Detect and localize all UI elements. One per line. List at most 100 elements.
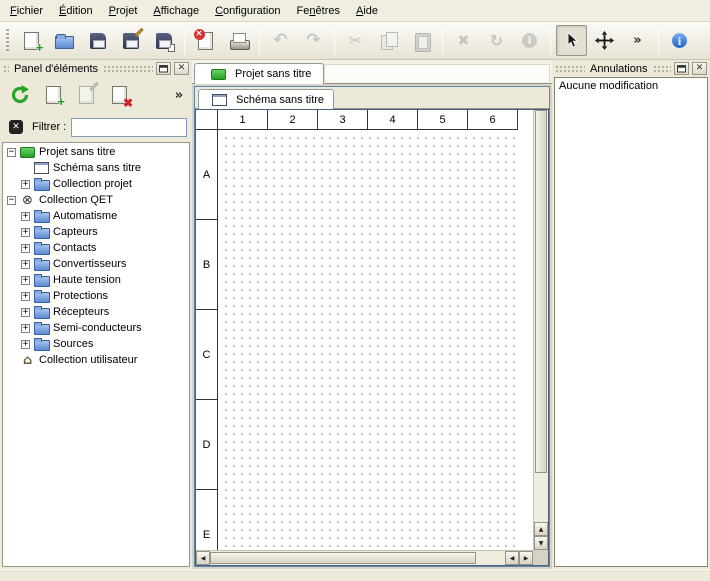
save-file-button[interactable] <box>82 25 113 56</box>
vscroll-track[interactable] <box>534 110 548 522</box>
pan-mode-button[interactable] <box>589 25 620 56</box>
tree-expander-icon[interactable]: + <box>21 292 30 301</box>
tree-expander-icon[interactable]: + <box>21 212 30 221</box>
toolbar-separator <box>184 27 185 54</box>
vertical-scrollbar[interactable] <box>533 110 548 550</box>
tree-expander-icon[interactable]: + <box>21 340 30 349</box>
dock-grip[interactable] <box>555 65 585 73</box>
menu-projet[interactable]: Projet <box>101 2 146 20</box>
menu-configuration[interactable]: Configuration <box>207 2 288 20</box>
menu-affichage[interactable]: Affichage <box>145 2 207 20</box>
tree-expander-icon[interactable]: + <box>21 308 30 317</box>
new-element-icon: + <box>42 84 64 106</box>
tree-spacer <box>7 356 16 365</box>
tree-expander-icon[interactable]: + <box>21 244 30 253</box>
schema-tab[interactable]: Schéma sans titre <box>198 89 334 109</box>
new-file-icon: + <box>21 30 43 52</box>
tabbar-empty-area <box>324 64 550 82</box>
new-file-button[interactable]: + <box>16 25 47 56</box>
tree-expander-icon[interactable]: + <box>21 228 30 237</box>
selection-mode-button[interactable] <box>556 25 587 56</box>
about-qet-button[interactable]: i <box>664 25 695 56</box>
tree-item-collection-projet[interactable]: + Collection projet <box>3 176 189 192</box>
redo-button[interactable]: ↷ <box>298 25 329 56</box>
print-button[interactable] <box>223 25 254 56</box>
tree-item-collection-utilisateur[interactable]: ⌂Collection utilisateur <box>3 352 189 368</box>
tree-item-semi-conducteurs[interactable]: +Semi-conducteurs <box>3 320 189 336</box>
tree-item-schema-sans-titre[interactable]: Schéma sans titre <box>3 160 189 176</box>
tree-item-label: Schéma sans titre <box>53 162 141 174</box>
undo-button[interactable]: ↶ <box>265 25 296 56</box>
tree-expander-icon[interactable]: + <box>21 324 30 333</box>
selection-info-button[interactable]: i <box>514 25 545 56</box>
close-dock-button[interactable]: ✕ <box>692 62 707 75</box>
qet-icon: ⊗ <box>19 194 36 207</box>
reload-collections-button[interactable] <box>5 80 35 110</box>
tree-item-protections[interactable]: +Protections <box>3 288 189 304</box>
tree-item-automatisme[interactable]: +Automatisme <box>3 208 189 224</box>
vscroll-thumb[interactable] <box>535 110 547 473</box>
schema-tab-label: Schéma sans titre <box>236 94 324 106</box>
menu-aide[interactable]: Aide <box>348 2 386 20</box>
scroll-left-button[interactable] <box>196 551 210 565</box>
tree-item-sources[interactable]: +Sources <box>3 336 189 352</box>
menu-fenetres[interactable]: Fenêtres <box>289 2 348 20</box>
panel-overflow-button[interactable]: » <box>171 83 187 107</box>
hscroll-thumb[interactable] <box>210 552 476 564</box>
project-tab[interactable]: Projet sans titre <box>194 63 324 84</box>
open-file-button[interactable] <box>49 25 80 56</box>
horizontal-scrollbar[interactable] <box>196 550 533 565</box>
edit-element-button[interactable] <box>71 80 101 110</box>
hscroll-track[interactable] <box>210 551 505 565</box>
close-file-button[interactable]: ✕ <box>190 25 221 56</box>
rotate-selection-button[interactable]: ↻ <box>481 25 512 56</box>
delete-selection-button[interactable]: ✖ <box>448 25 479 56</box>
tree-expander-icon[interactable]: + <box>21 260 30 269</box>
filter-input[interactable] <box>71 118 187 137</box>
menu-edition[interactable]: Édition <box>51 2 101 20</box>
scroll-down-button[interactable] <box>534 536 548 550</box>
tree-expander-icon[interactable]: + <box>21 180 30 189</box>
tree-item-collection-qet[interactable]: −⊗Collection QET <box>3 192 189 208</box>
tree-expander-icon[interactable]: − <box>7 148 16 157</box>
dock-grip[interactable] <box>653 65 672 73</box>
filter-label: Filtrer : <box>32 121 66 133</box>
tree-item-haute-tension[interactable]: +Haute tension <box>3 272 189 288</box>
tree-item-label: Collection projet <box>53 178 132 190</box>
float-dock-button[interactable] <box>156 62 171 75</box>
paste-button[interactable] <box>406 25 437 56</box>
tree-item-recepteurs[interactable]: +Récepteurs <box>3 304 189 320</box>
tree-item-projet-sans-titre[interactable]: −Projet sans titre <box>3 144 189 160</box>
dock-grip[interactable] <box>3 65 9 73</box>
save-all-files-button[interactable] <box>148 25 179 56</box>
copy-button[interactable] <box>373 25 404 56</box>
tree-item-capteurs[interactable]: + Capteurs <box>3 224 189 240</box>
undo-history-list[interactable]: Aucune modification <box>554 77 708 567</box>
tree-item-contacts[interactable]: +Contacts <box>3 240 189 256</box>
cut-button[interactable]: ✂ <box>340 25 371 56</box>
tree-item-convertisseurs[interactable]: +Convertisseurs <box>3 256 189 272</box>
menu-fichier[interactable]: Fichier <box>2 2 51 20</box>
toolbar-overflow-button[interactable]: » <box>622 25 653 56</box>
clear-filter-button[interactable]: ✕ <box>5 116 27 138</box>
toolbar-grip[interactable] <box>6 29 9 53</box>
project-tab-label: Projet sans titre <box>235 68 311 80</box>
close-dock-button[interactable]: ✕ <box>174 62 189 75</box>
column-header-5: 5 <box>418 110 468 130</box>
float-dock-button[interactable] <box>674 62 689 75</box>
undo-empty-text: Aucune modification <box>559 80 658 92</box>
delete-element-button[interactable]: ✖ <box>104 80 134 110</box>
refresh-icon <box>9 84 31 106</box>
new-element-button[interactable]: + <box>38 80 68 110</box>
tree-expander-icon[interactable]: − <box>7 196 16 205</box>
folder-icon <box>33 338 50 351</box>
tree-expander-icon[interactable]: + <box>21 276 30 285</box>
save-file-as-button[interactable] <box>115 25 146 56</box>
scroll-right-button[interactable] <box>519 551 533 565</box>
dock-grip[interactable] <box>103 65 153 73</box>
schema-canvas[interactable]: 123456 ABCDE <box>196 110 533 550</box>
scroll-left-button-2[interactable] <box>505 551 519 565</box>
tree-item-label: Capteurs <box>53 226 98 238</box>
folder-icon <box>33 226 50 239</box>
scroll-up-button[interactable] <box>534 522 548 536</box>
